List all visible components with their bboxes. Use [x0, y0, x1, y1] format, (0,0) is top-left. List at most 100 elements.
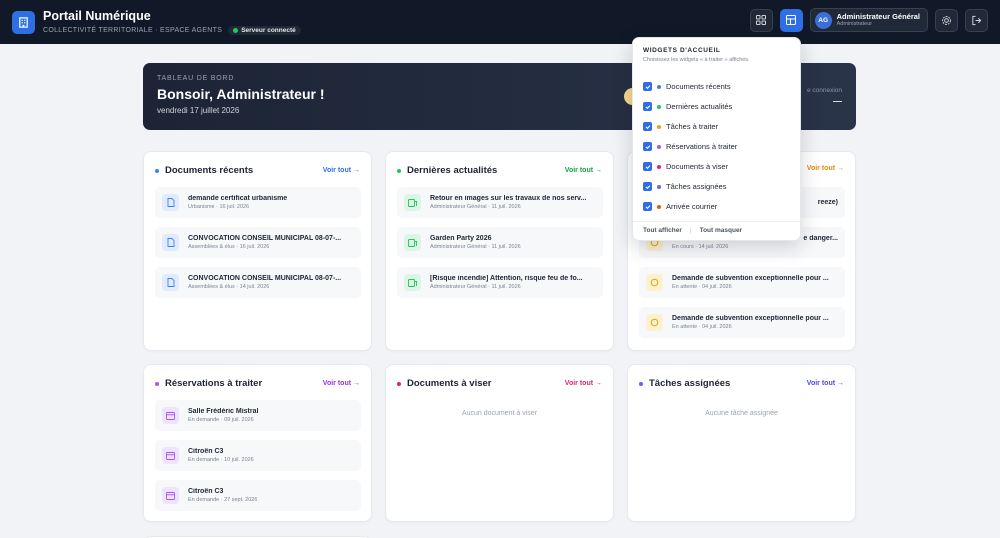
item-title: Salle Frédéric Mistral: [188, 408, 259, 415]
dropdown-title: WIDGETS D'ACCUEIL: [643, 47, 721, 54]
widget-option-news[interactable]: Dernières actualités: [643, 102, 732, 111]
list-item[interactable]: Demande de subvention exceptionnelle pou…: [639, 267, 845, 298]
card-title: Dernières actualités: [407, 165, 498, 176]
see-all-link[interactable]: Voir tout →: [323, 380, 360, 387]
item-title: [Risque incendie] Attention, risque feu …: [430, 275, 583, 282]
last-connection-label: e connexion: [806, 87, 842, 94]
settings-button[interactable]: [935, 8, 958, 32]
card-recent-documents: Documents récents Voir tout → demande ce…: [143, 151, 372, 351]
widget-option-documents[interactable]: Documents récents: [643, 82, 731, 91]
item-title: reeze): [817, 199, 838, 206]
widget-option-assigned[interactable]: Tâches assignées: [643, 182, 726, 191]
logout-button[interactable]: [965, 8, 988, 32]
list-item[interactable]: Salle Frédéric Mistral En demande · 09 ju…: [155, 400, 361, 431]
item-title: CONVOCATION CONSEIL MUNICIPAL 08-07-...: [188, 275, 342, 282]
item-meta: En cours · 14 juil. 2026: [672, 244, 729, 250]
building-logo-icon[interactable]: [12, 10, 35, 34]
option-label: Arrivée courrier: [666, 202, 718, 211]
widget-option-tasks[interactable]: Tâches à traiter: [643, 122, 718, 131]
item-meta: En attente · 04 juil. 2026: [672, 284, 732, 290]
list-item[interactable]: [Risque incendie] Attention, risque feu …: [397, 267, 603, 298]
calendar-icon: [162, 447, 179, 464]
calendar-icon: [162, 407, 179, 424]
top-bar: Portail Numérique COLLECTIVITÉ TERRITORI…: [0, 0, 1000, 44]
item-title: Demande de subvention exceptionnelle pou…: [672, 275, 829, 282]
widget-option-mail[interactable]: Arrivée courrier: [643, 202, 717, 211]
item-title: Demande de subvention exceptionnelle pou…: [672, 315, 829, 322]
item-meta: Urbanisme · 16 juil. 2026: [188, 204, 250, 210]
card-title: Documents à viser: [407, 378, 492, 389]
checkbox-checked-icon[interactable]: [643, 102, 652, 111]
layout-icon: [786, 15, 797, 25]
card-assigned-tasks: Tâches assignées Voir tout → Aucune tâch…: [627, 364, 856, 522]
list-item[interactable]: Garden Party 2026 Administrateur Général …: [397, 227, 603, 258]
checkbox-checked-icon[interactable]: [643, 202, 652, 211]
option-label: Tâches à traiter: [666, 122, 719, 131]
empty-state: Aucun document à viser: [461, 410, 538, 417]
checkbox-checked-icon[interactable]: [643, 162, 652, 171]
hide-all-button[interactable]: Tout masquer: [700, 227, 743, 234]
item-title: Citroën C3: [188, 488, 224, 495]
pink-dot-icon: [657, 164, 661, 169]
pending-circle-icon: [646, 274, 663, 291]
news-icon: [404, 194, 421, 211]
item-title: Garden Party 2026: [430, 235, 492, 242]
list-item[interactable]: demande certificat urbanisme Urbanisme · …: [155, 187, 361, 218]
checkbox-checked-icon[interactable]: [643, 122, 652, 131]
gear-icon: [942, 15, 951, 25]
card-latest-news: Dernières actualités Voir tout → Retour …: [385, 151, 614, 351]
divider: [633, 221, 800, 222]
last-connection: e connexion —: [807, 87, 842, 106]
widget-option-visa[interactable]: Documents à viser: [643, 162, 728, 171]
server-status-label: Serveur connecté: [241, 27, 296, 34]
blue-dot-icon: [657, 84, 661, 89]
card-title: Tâches assignées: [649, 378, 731, 389]
item-meta: Administrateur Général · 11 juil. 2026: [430, 284, 521, 290]
logout-icon: [972, 15, 982, 25]
empty-state: Aucune tâche assignée: [705, 410, 778, 417]
user-menu[interactable]: AG Administrateur Général Administrateur: [809, 8, 928, 32]
show-all-button[interactable]: Tout afficher: [643, 227, 682, 234]
document-icon: [162, 234, 179, 251]
orange-dot-icon: [657, 204, 661, 209]
widget-option-reservations[interactable]: Réservations à traiter: [643, 142, 737, 151]
list-item[interactable]: Retour en images sur les travaux de nos …: [397, 187, 603, 218]
see-all-link[interactable]: Voir tout →: [565, 380, 602, 387]
list-item[interactable]: CONVOCATION CONSEIL MUNICIPAL 08-07-... A…: [155, 227, 361, 258]
list-item[interactable]: Citroën C3 En demande · 10 juil. 2026: [155, 440, 361, 471]
item-meta: En attente · 04 juil. 2026: [672, 324, 732, 330]
user-role: Administrateur: [836, 21, 873, 27]
apps-grid-button[interactable]: [749, 8, 773, 32]
item-meta: En demande · 10 juil. 2026: [188, 457, 254, 463]
widgets-layout-button[interactable]: [779, 8, 803, 32]
card-documents-to-approve: Documents à viser Voir tout → Aucun docu…: [385, 364, 614, 522]
option-label: Tâches assignées: [666, 182, 727, 191]
card-title: Réservations à traiter: [165, 378, 263, 389]
purple-dot-icon: [155, 381, 159, 386]
checkbox-checked-icon[interactable]: [643, 82, 652, 91]
list-item[interactable]: Citroën C3 En demande · 27 sept. 2026: [155, 480, 361, 511]
app-subtitle: COLLECTIVITÉ TERRITORIALE · ESPACE AGENT…: [43, 27, 223, 34]
see-all-link[interactable]: Voir tout →: [323, 167, 360, 174]
list-item[interactable]: Demande de subvention exceptionnelle pou…: [639, 307, 845, 338]
item-title: demande certificat urbanisme: [188, 195, 288, 202]
checkbox-checked-icon[interactable]: [643, 142, 652, 151]
see-all-link[interactable]: Voir tout →: [807, 165, 844, 172]
purple-dot-icon: [657, 144, 661, 149]
item-meta: Assemblées & élus · 14 juil. 2026: [188, 284, 270, 290]
checkbox-checked-icon[interactable]: [643, 182, 652, 191]
see-all-link[interactable]: Voir tout →: [807, 380, 844, 387]
blue-dot-icon: [155, 168, 159, 173]
widgets-dropdown: WIDGETS D'ACCUEIL Choisissez les widgets…: [632, 37, 801, 241]
avatar: AG: [814, 11, 832, 29]
item-meta: Administrateur Général · 11 juil. 2026: [430, 204, 521, 210]
see-all-link[interactable]: Voir tout →: [565, 167, 602, 174]
server-status-badge: Serveur connecté: [228, 26, 301, 35]
green-dot-icon: [397, 168, 401, 173]
indigo-dot-icon: [657, 184, 661, 189]
orange-dot-icon: [657, 124, 661, 129]
status-dot-icon: [233, 28, 239, 33]
card-reservations: Réservations à traiter Voir tout → Salle…: [143, 364, 372, 522]
news-icon: [404, 274, 421, 291]
list-item[interactable]: CONVOCATION CONSEIL MUNICIPAL 08-07-... A…: [155, 267, 361, 298]
